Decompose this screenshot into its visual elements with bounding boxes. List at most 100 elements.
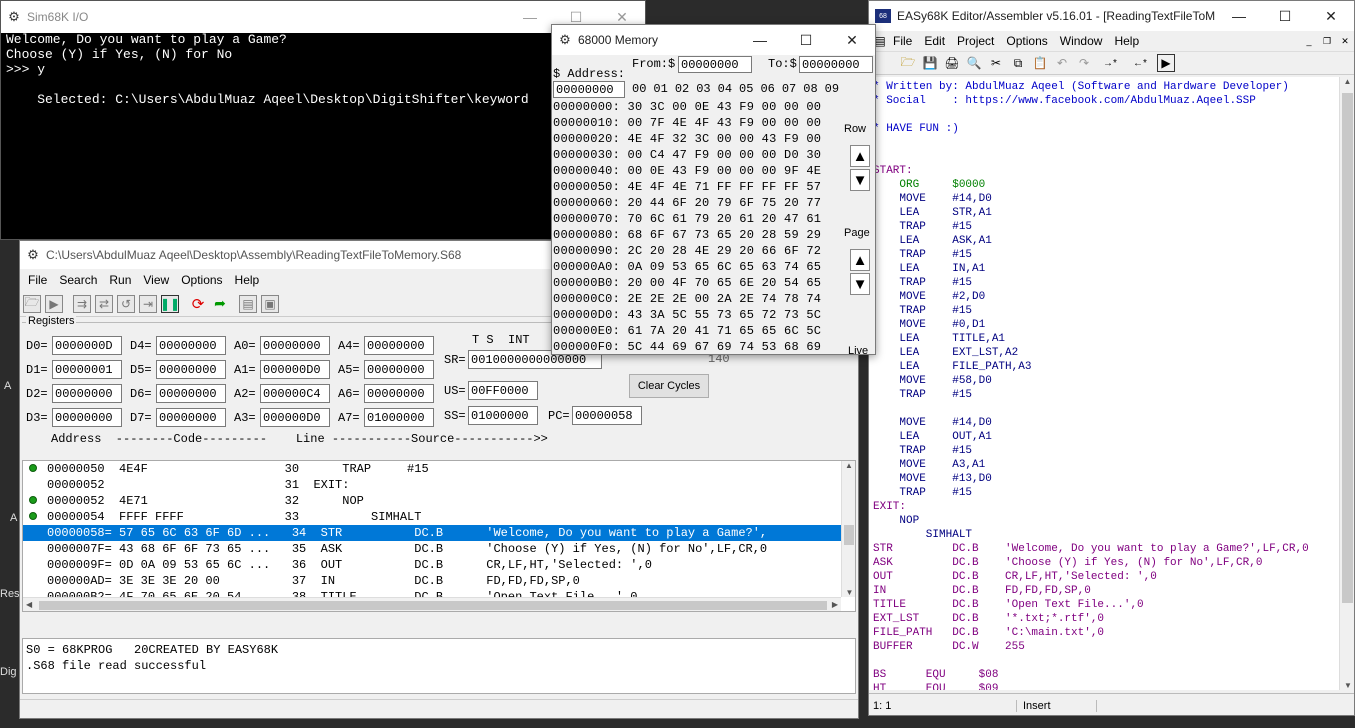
minimize-icon[interactable]: — <box>507 1 553 33</box>
memory-row[interactable]: 000000D0: 43 3A 5C 55 73 65 72 73 5C <box>553 307 821 323</box>
register-field[interactable] <box>364 336 434 355</box>
memory-rows[interactable]: 00000000: 30 3C 00 0E 43 F9 00 00 00 0000… <box>553 99 821 354</box>
memory-row[interactable]: 000000C0: 2E 2E 2E 00 2A 2E 74 78 74 <box>553 291 821 307</box>
page-down-button[interactable]: ▼ <box>850 273 870 295</box>
copy-icon[interactable]: ⧉ <box>1009 54 1027 72</box>
register-field[interactable] <box>156 408 226 427</box>
register-field[interactable] <box>156 384 226 403</box>
log-stop-icon[interactable]: ▣ <box>261 294 279 313</box>
code-line[interactable]: 00000052 4E71 32 NOP <box>23 493 843 509</box>
register-field[interactable] <box>364 408 434 427</box>
editor-scrollbar[interactable]: ▲ ▼ <box>1339 77 1354 690</box>
register-field[interactable] <box>364 384 434 403</box>
open-icon[interactable]: 🗁 <box>23 294 41 313</box>
code-scrollbar-v[interactable]: ▲ ▼ <box>841 461 855 597</box>
memory-row[interactable]: 00000080: 68 6F 67 73 65 20 28 59 29 <box>553 227 821 243</box>
log-icon[interactable]: ▤ <box>239 294 257 313</box>
pause-icon[interactable]: ❚❚ <box>160 294 180 313</box>
register-field[interactable] <box>52 408 122 427</box>
editor-text-area[interactable]: * Written by: AbdulMuaz Aqeel (Software … <box>869 77 1339 690</box>
register-field[interactable] <box>52 360 122 379</box>
address-field[interactable] <box>553 81 625 98</box>
us-field[interactable] <box>468 381 538 400</box>
close-icon[interactable]: ✕ <box>829 25 875 55</box>
register-field[interactable] <box>364 360 434 379</box>
step-over-icon[interactable]: ⇉ <box>73 294 91 313</box>
reload-icon[interactable]: ➦ <box>211 295 229 313</box>
breakpoint-dot[interactable] <box>29 464 37 472</box>
memory-row[interactable]: 000000F0: 5C 44 69 67 69 74 53 68 69 <box>553 339 821 354</box>
paste-icon[interactable]: 📋 <box>1031 54 1049 72</box>
code-line[interactable]: 00000050 4E4F 30 TRAP #15 <box>23 461 843 477</box>
sim-menu-view[interactable]: View <box>137 273 175 287</box>
code-scroll-thumb[interactable] <box>844 525 854 545</box>
memory-row[interactable]: 00000040: 00 0E 43 F9 00 00 00 9F 4E <box>553 163 821 179</box>
open-icon[interactable]: 🗁 <box>899 54 917 72</box>
sim-menu-options[interactable]: Options <box>175 273 228 287</box>
minimize-icon[interactable]: — <box>737 25 783 55</box>
to-field[interactable] <box>799 56 873 73</box>
maximize-icon[interactable]: ☐ <box>783 25 829 55</box>
print-icon[interactable]: 🖨 <box>943 54 961 72</box>
register-field[interactable] <box>156 360 226 379</box>
memory-row[interactable]: 00000030: 00 C4 47 F9 00 00 00 D0 30 <box>553 147 821 163</box>
mdi-minimize-icon[interactable]: _ <box>1300 32 1318 50</box>
memory-row[interactable]: 00000050: 4E 4F 4E 71 FF FF FF FF 57 <box>553 179 821 195</box>
register-field[interactable] <box>260 408 330 427</box>
code-line[interactable]: 000000AD= 3E 3E 3E 20 00 37 IN DC.B FD,F… <box>23 573 843 589</box>
memory-row[interactable]: 00000090: 2C 20 28 4E 29 20 66 6F 72 <box>553 243 821 259</box>
editor-menu-window[interactable]: Window <box>1054 34 1109 48</box>
row-up-button[interactable]: ▲ <box>850 145 870 167</box>
code-scrollbar-h[interactable]: ◀ ▶ <box>23 597 841 611</box>
memory-row[interactable]: 000000A0: 0A 09 53 65 6C 65 63 74 65 <box>553 259 821 275</box>
pc-field[interactable] <box>572 406 642 425</box>
clear-cycles-button[interactable]: Clear Cycles <box>629 374 709 398</box>
outdent-icon[interactable]: ←* <box>1127 54 1153 72</box>
mdi-close-icon[interactable]: ✕ <box>1336 32 1354 50</box>
memory-row[interactable]: 00000070: 70 6C 61 79 20 61 20 47 61 <box>553 211 821 227</box>
memory-row[interactable]: 00000060: 20 44 6F 20 79 6F 75 20 77 <box>553 195 821 211</box>
cut-icon[interactable]: ✂ <box>987 54 1005 72</box>
ss-field[interactable] <box>468 406 538 425</box>
editor-menu-help[interactable]: Help <box>1108 34 1145 48</box>
breakpoint-dot[interactable] <box>29 496 37 504</box>
editor-menu-edit[interactable]: Edit <box>918 34 951 48</box>
minimize-icon[interactable]: — <box>1216 1 1262 31</box>
from-field[interactable] <box>678 56 752 73</box>
memory-row[interactable]: 000000B0: 20 00 4F 70 65 6E 20 54 65 <box>553 275 821 291</box>
row-down-button[interactable]: ▼ <box>850 169 870 191</box>
close-icon[interactable]: ✕ <box>1308 1 1354 31</box>
io-console[interactable]: Welcome, Do you want to play a Game? Choo… <box>6 32 529 107</box>
breakpoint-dot[interactable] <box>29 512 37 520</box>
register-field[interactable] <box>260 336 330 355</box>
step-out-icon[interactable]: ↺ <box>117 294 135 313</box>
register-field[interactable] <box>52 336 122 355</box>
register-field[interactable] <box>260 384 330 403</box>
sim-menu-file[interactable]: File <box>22 273 53 287</box>
code-listing[interactable]: 00000050 4E4F 30 TRAP #15 00000052 31 EXI… <box>22 460 856 612</box>
memory-row[interactable]: 00000010: 00 7F 4E 4F 43 F9 00 00 00 <box>553 115 821 131</box>
editor-menu-file[interactable]: File <box>887 34 918 48</box>
code-line[interactable]: 00000054 FFFF FFFF 33 SIMHALT <box>23 509 843 525</box>
editor-menu-project[interactable]: Project <box>951 34 1000 48</box>
page-up-button[interactable]: ▲ <box>850 249 870 271</box>
redo-icon[interactable]: ↷ <box>1075 54 1093 72</box>
sim-menu-search[interactable]: Search <box>53 273 103 287</box>
save-icon[interactable]: 💾 <box>921 54 939 72</box>
run-to-cursor-icon[interactable]: ⇥ <box>139 294 157 313</box>
code-line[interactable]: 00000052 31 EXIT: <box>23 477 843 493</box>
maximize-icon[interactable]: ☐ <box>1262 1 1308 31</box>
code-line[interactable]: 0000009F= 0D 0A 09 53 65 6C ... 36 OUT D… <box>23 557 843 573</box>
register-field[interactable] <box>156 336 226 355</box>
mdi-restore-icon[interactable]: ❐ <box>1318 32 1336 50</box>
memory-row[interactable]: 00000020: 4E 4F 32 3C 00 00 43 F9 00 <box>553 131 821 147</box>
editor-scroll-thumb[interactable] <box>1342 93 1353 603</box>
code-line[interactable]: 0000007F= 43 68 6F 6F 73 65 ... 35 ASK D… <box>23 541 843 557</box>
assemble-icon[interactable]: ▶ <box>1157 54 1175 72</box>
register-field[interactable] <box>52 384 122 403</box>
editor-menu-options[interactable]: Options <box>1000 34 1053 48</box>
memory-row[interactable]: 000000E0: 61 7A 20 41 71 65 65 6C 5C <box>553 323 821 339</box>
run-icon[interactable]: ▶ <box>45 294 63 313</box>
find-icon[interactable]: 🔍 <box>965 54 983 72</box>
indent-icon[interactable]: →* <box>1097 54 1123 72</box>
